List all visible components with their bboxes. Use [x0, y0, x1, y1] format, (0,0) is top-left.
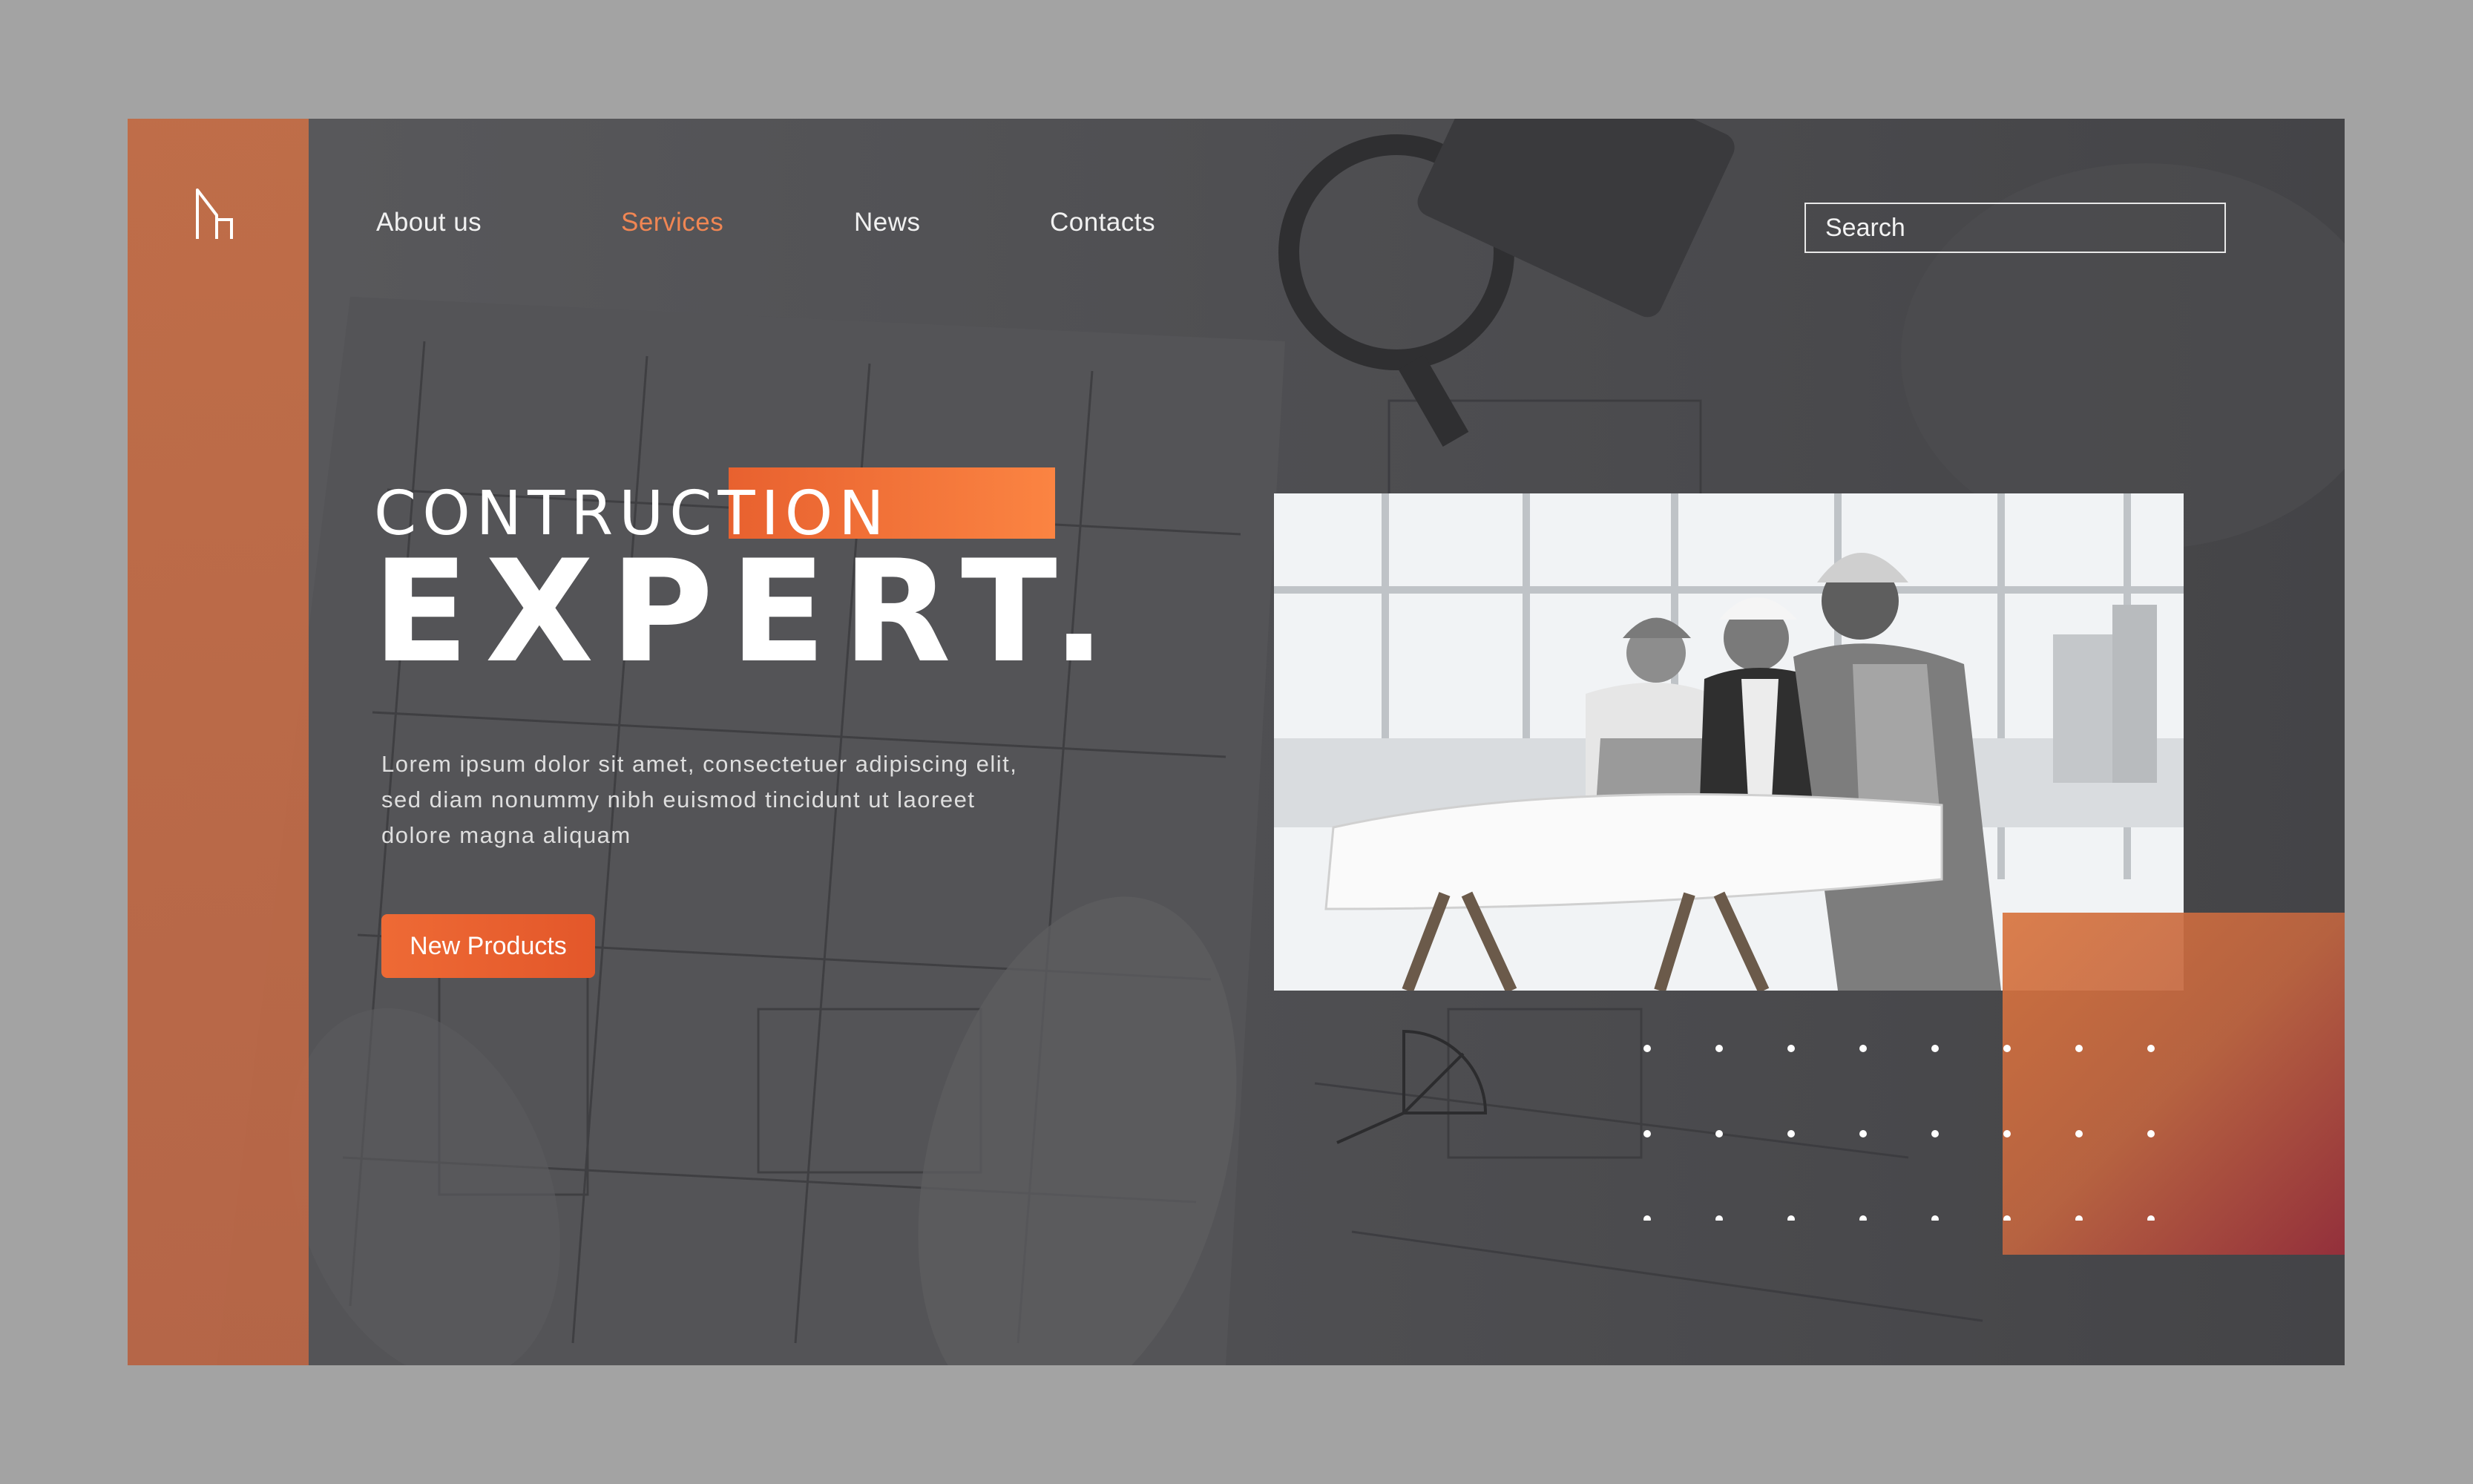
decor-dot: [1859, 1130, 1867, 1137]
decor-dot: [2003, 1130, 2011, 1137]
new-products-button[interactable]: New Products: [381, 914, 595, 978]
decor-dot: [1643, 1130, 1651, 1137]
decor-dot: [1643, 1045, 1651, 1052]
nav-item-contacts[interactable]: Contacts: [1050, 208, 1155, 237]
decor-dot: [1787, 1045, 1795, 1052]
decor-dot: [2147, 1215, 2155, 1221]
decor-dot: [1787, 1215, 1795, 1221]
nav-item-services[interactable]: Services: [621, 208, 723, 237]
hero-description: Lorem ipsum dolor sit amet, consectetuer…: [381, 751, 1018, 848]
landing-page: About us Services News Contacts CONTRUCT…: [128, 119, 2345, 1365]
decor-dot: [2147, 1045, 2155, 1052]
side-accent-strip: [128, 119, 309, 1365]
decor-dot: [2003, 1045, 2011, 1052]
decor-dot: [2075, 1045, 2083, 1052]
decor-dot: [1859, 1215, 1867, 1221]
decor-dot: [2075, 1215, 2083, 1221]
decor-dot: [2075, 1130, 2083, 1137]
decor-dot: [1715, 1215, 1723, 1221]
decor-dot: [1931, 1130, 1939, 1137]
nav-item-about-us[interactable]: About us: [376, 208, 482, 237]
decor-dot: [1787, 1130, 1795, 1137]
search-input[interactable]: [1806, 204, 2224, 252]
dot-grid-decoration: [1643, 1045, 2155, 1221]
decor-dot: [2003, 1215, 2011, 1221]
building-logo-icon[interactable]: [193, 186, 237, 245]
decor-dot: [1715, 1130, 1723, 1137]
decor-dot: [1643, 1215, 1651, 1221]
decor-dot: [1931, 1045, 1939, 1052]
search-box: [1804, 203, 2226, 253]
decor-dot: [1859, 1045, 1867, 1052]
hero-title: EXPERT.: [372, 530, 1123, 694]
decor-dot: [2147, 1130, 2155, 1137]
decor-dot: [1931, 1215, 1939, 1221]
nav-item-news[interactable]: News: [854, 208, 921, 237]
decor-dot: [1715, 1045, 1723, 1052]
